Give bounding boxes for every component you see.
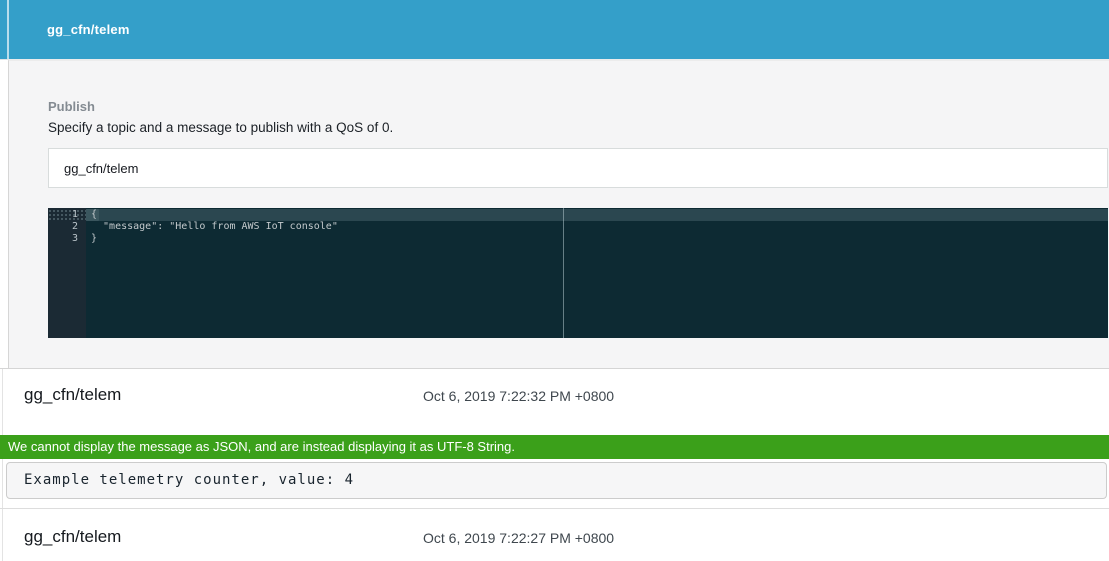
payload-code-editor[interactable]: 1 { 2 "message": "Hello from AWS IoT con… — [48, 208, 1108, 338]
publish-topic-input[interactable] — [48, 148, 1108, 188]
message-timestamp: Oct 6, 2019 7:22:27 PM +0800 — [423, 530, 614, 546]
code-text: } — [86, 233, 97, 245]
message-topic: gg_cfn/telem — [24, 385, 121, 405]
publish-panel: Publish Specify a topic and a message to… — [8, 59, 1109, 368]
publish-description: Specify a topic and a message to publish… — [48, 120, 393, 135]
editor-code-line: 2 "message": "Hello from AWS IoT console… — [48, 221, 1108, 233]
message-timestamp: Oct 6, 2019 7:22:32 PM +0800 — [423, 388, 614, 404]
editor-code-line: 1 { — [48, 209, 1108, 221]
utf8-notice-banner: We cannot display the message as JSON, a… — [0, 435, 1109, 459]
line-number: 1 — [48, 209, 86, 221]
message-divider — [0, 508, 1109, 509]
message-topic: gg_cfn/telem — [24, 527, 121, 547]
code-text: { — [86, 209, 99, 221]
feed-left-border — [2, 369, 3, 561]
editor-code-line: 3 } — [48, 233, 1108, 245]
line-number: 2 — [48, 221, 86, 233]
line-number: 3 — [48, 233, 86, 245]
topic-header-bar: gg_cfn/telem — [0, 0, 1109, 60]
message-payload-block: Example telemetry counter, value: 4 — [6, 462, 1107, 499]
header-edge-divider — [7, 0, 9, 59]
code-text: "message": "Hello from AWS IoT console" — [86, 221, 338, 233]
message-feed: gg_cfn/telem Oct 6, 2019 7:22:32 PM +080… — [0, 368, 1109, 561]
editor-code-lines: 1 { 2 "message": "Hello from AWS IoT con… — [48, 209, 1108, 245]
topic-header-title: gg_cfn/telem — [47, 0, 130, 59]
message-payload-text: Example telemetry counter, value: 4 — [7, 463, 1106, 498]
publish-heading: Publish — [48, 99, 95, 114]
